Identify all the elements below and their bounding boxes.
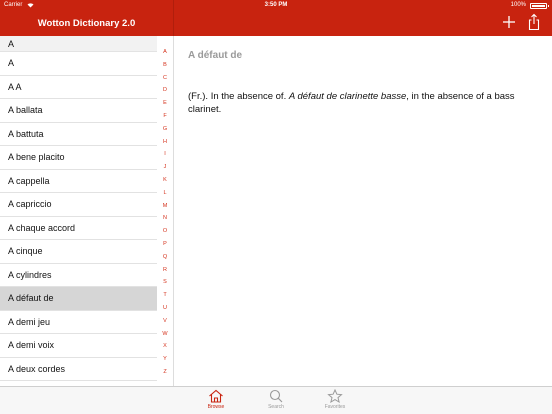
tab-label: Browse — [207, 404, 225, 410]
index-letter-c[interactable]: C — [157, 72, 173, 85]
index-letter-w[interactable]: W — [157, 328, 173, 341]
index-letter-p[interactable]: P — [157, 238, 173, 251]
battery-icon — [530, 3, 549, 9]
home-icon — [209, 389, 223, 403]
index-letter-g[interactable]: G — [157, 123, 173, 136]
tab-bar: Browse Search Favorites — [0, 386, 552, 414]
index-letter-k[interactable]: K — [157, 174, 173, 187]
battery-percent: 100% — [510, 2, 526, 8]
index-letter-x[interactable]: X — [157, 340, 173, 353]
nav-title: Wotton Dictionary 2.0 — [37, 18, 136, 29]
list-item[interactable]: A capriccio — [0, 193, 157, 217]
list-item[interactable]: A — [0, 52, 157, 76]
index-letter-d[interactable]: D — [157, 84, 173, 97]
section-header: A — [0, 36, 157, 52]
list-item[interactable]: A demi voix — [0, 334, 157, 358]
list-item[interactable]: A cylindres — [0, 264, 157, 287]
index-letter-e[interactable]: E — [157, 97, 173, 110]
tab-search[interactable]: Search — [256, 389, 296, 414]
index-letter-q[interactable]: Q — [157, 251, 173, 264]
index-letter-o[interactable]: O — [157, 225, 173, 238]
tab-favorites[interactable]: Favorites — [315, 389, 355, 414]
list-item[interactable]: A bene placito — [0, 146, 157, 170]
entry-list[interactable]: A A A A A ballata A battuta A bene placi… — [0, 36, 157, 386]
tab-label: Favorites — [324, 404, 346, 410]
list-item[interactable]: A ballata — [0, 99, 157, 123]
definition-example: A défaut de clarinette basse — [288, 91, 407, 102]
index-letter-l[interactable]: L — [157, 187, 173, 200]
index-letter-m[interactable]: M — [157, 200, 173, 213]
index-letter-v[interactable]: V — [157, 315, 173, 328]
nav-divider — [173, 0, 174, 36]
list-item[interactable]: A A — [0, 76, 157, 99]
list-item[interactable]: A cappella — [0, 170, 157, 193]
tab-browse[interactable]: Browse — [196, 389, 236, 414]
status-time: 3:50 PM — [264, 2, 288, 8]
index-letter-i[interactable]: I — [157, 148, 173, 161]
definition-text: (Fr.). In the absence of. — [188, 91, 289, 102]
app-window: Carrier 3:50 PM 100% Wotton Dictionary 2… — [0, 0, 552, 414]
entry-title: A défaut de — [188, 50, 243, 61]
index-letter-t[interactable]: T — [157, 289, 173, 302]
status-bar: Carrier 3:50 PM 100% — [0, 0, 552, 11]
index-letter-h[interactable]: H — [157, 136, 173, 149]
share-icon[interactable] — [527, 13, 541, 31]
list-item-selected[interactable]: A défaut de — [0, 287, 157, 311]
top-bar: Carrier 3:50 PM 100% Wotton Dictionary 2… — [0, 0, 552, 36]
index-letter-r[interactable]: R — [157, 264, 173, 277]
entry-definition: (Fr.). In the absence of. A défaut de cl… — [188, 91, 538, 116]
detail-pane: A défaut de (Fr.). In the absence of. A … — [174, 36, 552, 386]
index-letter-u[interactable]: U — [157, 302, 173, 315]
alphabet-index[interactable]: A B C D E F G H I J K L M N O P Q R S T … — [157, 36, 173, 386]
index-letter-b[interactable]: B — [157, 59, 173, 72]
index-letter-a[interactable]: A — [157, 46, 173, 59]
list-item[interactable]: A chaque accord — [0, 217, 157, 240]
list-item[interactable]: A cinque — [0, 240, 157, 264]
index-letter-n[interactable]: N — [157, 212, 173, 225]
star-icon — [327, 389, 343, 403]
index-letter-y[interactable]: Y — [157, 353, 173, 366]
list-item[interactable]: A deux cordes — [0, 358, 157, 381]
plus-icon[interactable] — [502, 14, 516, 30]
list-item[interactable]: A demi jeu — [0, 311, 157, 334]
tab-label: Search — [268, 404, 284, 410]
index-letter-j[interactable]: J — [157, 161, 173, 174]
index-letter-z[interactable]: Z — [157, 366, 173, 379]
search-icon — [269, 389, 283, 403]
index-letter-s[interactable]: S — [157, 276, 173, 289]
list-item[interactable]: A battuta — [0, 123, 157, 146]
index-letter-f[interactable]: F — [157, 110, 173, 123]
